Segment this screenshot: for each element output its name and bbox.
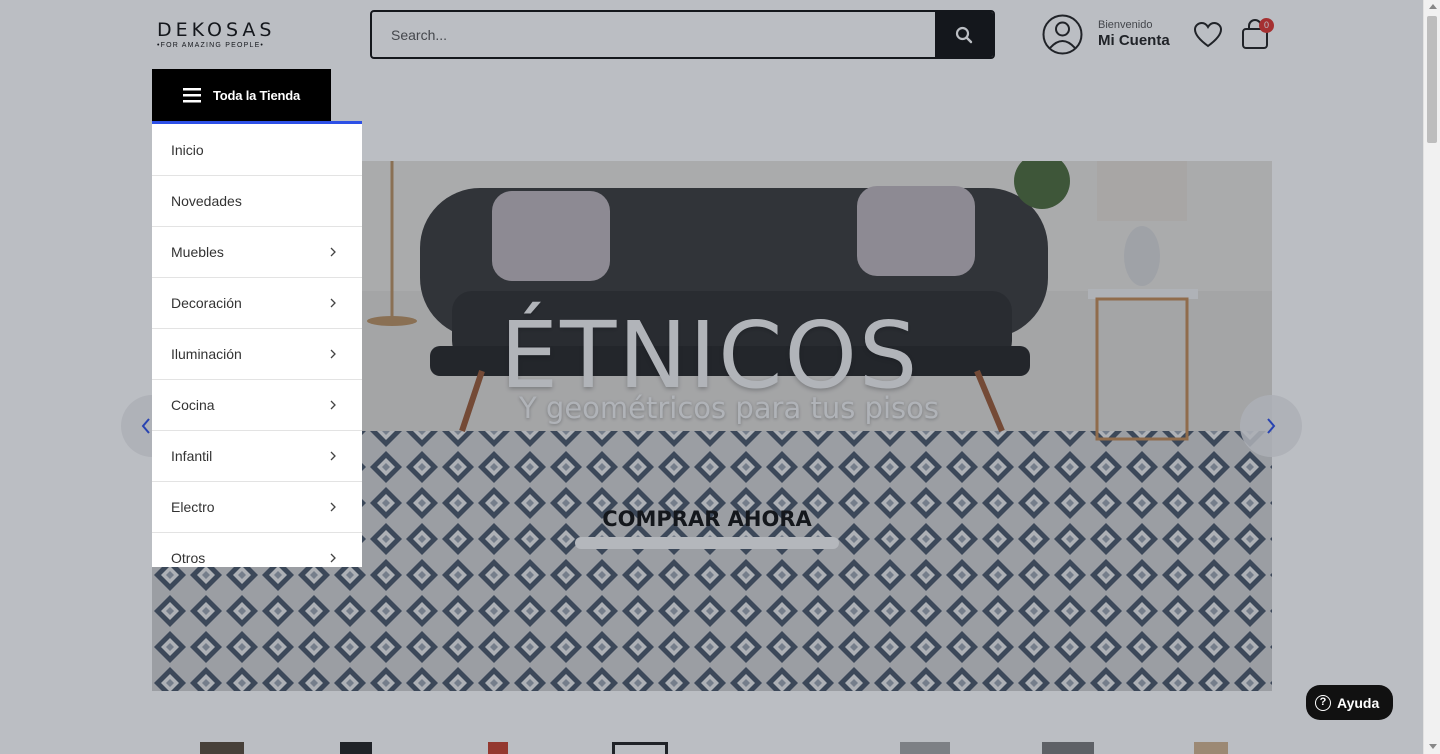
menu-item-label: Otros: [171, 550, 206, 566]
scroll-down-icon[interactable]: [1429, 744, 1437, 749]
store-dropdown-menu: Inicio Novedades Muebles Decoración Ilum…: [152, 121, 362, 567]
menu-item-label: Inicio: [171, 141, 204, 158]
menu-item-otros[interactable]: Otros: [152, 533, 362, 567]
menu-item-decoracion[interactable]: Decoración: [152, 278, 362, 329]
menu-item-label: Infantil: [171, 448, 213, 464]
menu-item-electro[interactable]: Electro: [152, 482, 362, 533]
menu-item-label: Cocina: [171, 397, 215, 413]
menu-item-label: Electro: [171, 499, 215, 515]
page-scrollbar[interactable]: [1423, 0, 1440, 754]
chevron-right-icon: [330, 298, 336, 308]
menu-item-iluminacion[interactable]: Iluminación: [152, 329, 362, 380]
menu-item-inicio[interactable]: Inicio: [152, 124, 362, 176]
chevron-right-icon: [330, 553, 336, 563]
question-icon: ?: [1315, 694, 1331, 711]
help-label: Ayuda: [1337, 694, 1380, 711]
menu-item-infantil[interactable]: Infantil: [152, 431, 362, 482]
chevron-right-icon: [330, 247, 336, 257]
menu-item-label: Decoración: [171, 295, 242, 311]
all-store-button[interactable]: Toda la Tienda: [152, 69, 331, 121]
hamburger-icon: [183, 87, 201, 102]
menu-item-label: Novedades: [171, 193, 242, 209]
scroll-up-icon[interactable]: [1429, 4, 1437, 9]
help-button[interactable]: ? Ayuda: [1306, 685, 1393, 720]
menu-item-label: Iluminación: [171, 346, 242, 362]
chevron-right-icon: [330, 451, 336, 461]
chevron-right-icon: [330, 400, 336, 410]
all-store-label: Toda la Tienda: [213, 87, 301, 103]
menu-item-label: Muebles: [171, 244, 224, 260]
menu-item-novedades[interactable]: Novedades: [152, 176, 362, 227]
scrollbar-thumb[interactable]: [1427, 16, 1437, 143]
chevron-right-icon: [330, 502, 336, 512]
menu-item-muebles[interactable]: Muebles: [152, 227, 362, 278]
menu-item-cocina[interactable]: Cocina: [152, 380, 362, 431]
chevron-right-icon: [330, 349, 336, 359]
